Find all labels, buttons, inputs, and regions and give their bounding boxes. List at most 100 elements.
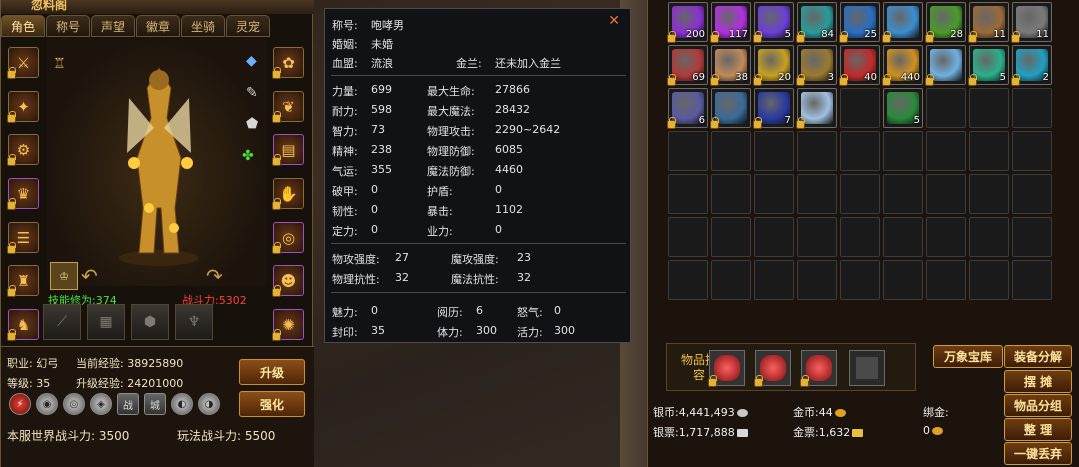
equip-slot-bracer[interactable]: ▤ — [272, 134, 304, 166]
inventory-slot[interactable] — [883, 174, 923, 214]
equip-slot-weapon[interactable]: ⚔ — [7, 47, 39, 79]
inventory-slot[interactable]: 117 — [710, 2, 751, 43]
equip-slot-glove[interactable]: ✋ — [272, 178, 304, 210]
inventory-slot[interactable] — [883, 131, 923, 171]
equip-slot-belt[interactable]: ☰ — [7, 222, 39, 254]
rotate-left-icon[interactable]: ↶ — [81, 264, 98, 288]
stall-button[interactable]: 摆 摊 — [1004, 370, 1072, 393]
title-badge-silver-4[interactable]: ◐ — [171, 393, 193, 415]
inventory-slot[interactable] — [754, 260, 794, 300]
inventory-slot[interactable]: 6 — [667, 88, 708, 129]
inventory-slot[interactable] — [668, 260, 708, 300]
clover-icon[interactable]: ✤ — [242, 148, 254, 164]
inventory-slot[interactable] — [926, 260, 966, 300]
inventory-slot[interactable] — [926, 131, 966, 171]
inventory-slot[interactable] — [754, 131, 794, 171]
inventory-slot[interactable]: 200 — [667, 2, 708, 43]
inventory-slot[interactable] — [883, 260, 923, 300]
inventory-slot[interactable]: 84 — [796, 2, 837, 43]
inventory-slot[interactable] — [840, 217, 880, 257]
equip-slot-armor[interactable]: ♛ — [7, 178, 39, 210]
inventory-slot[interactable] — [797, 217, 837, 257]
inventory-slot[interactable] — [668, 131, 708, 171]
inventory-slot[interactable] — [797, 131, 837, 171]
inventory-slot[interactable] — [796, 88, 837, 129]
inventory-slot[interactable]: 28 — [925, 2, 966, 43]
item-group-button[interactable]: 物品分组 — [1004, 394, 1072, 417]
sort-button[interactable]: 整 理 — [1004, 418, 1072, 441]
inventory-slot[interactable] — [840, 260, 880, 300]
enhance-button[interactable]: 强化 — [239, 391, 305, 417]
inventory-slot[interactable] — [882, 2, 923, 43]
inventory-slot[interactable] — [711, 217, 751, 257]
equip-slot-boots[interactable]: ♞ — [7, 309, 39, 341]
expand-bag-slot-2[interactable] — [754, 350, 791, 387]
inventory-slot[interactable]: 440 — [882, 45, 923, 86]
inventory-slot[interactable] — [840, 131, 880, 171]
inventory-slot[interactable] — [926, 217, 966, 257]
upgrade-button[interactable]: 升级 — [239, 359, 305, 385]
inventory-slot[interactable]: 69 — [667, 45, 708, 86]
inventory-slot[interactable] — [926, 88, 966, 128]
expand-bag-slot-3[interactable] — [800, 350, 837, 387]
inventory-slot[interactable] — [969, 174, 1009, 214]
title-badge-silver-5[interactable]: ◑ — [198, 393, 220, 415]
inventory-slot[interactable]: 11 — [1011, 2, 1052, 43]
equip-slot-ring[interactable]: ◎ — [272, 222, 304, 254]
inventory-slot[interactable]: 40 — [839, 45, 880, 86]
inventory-slot[interactable] — [925, 45, 966, 86]
tab-character[interactable]: 角色 — [1, 15, 45, 37]
inventory-slot[interactable] — [1012, 217, 1052, 257]
inventory-slot[interactable]: 5 — [968, 45, 1009, 86]
rotate-right-icon[interactable]: ↷ — [206, 264, 223, 288]
equip-slot-claw[interactable]: ✦ — [7, 91, 39, 123]
inventory-slot[interactable] — [797, 260, 837, 300]
inventory-slot[interactable] — [797, 174, 837, 214]
equip-slot-talisman[interactable]: ✺ — [272, 309, 304, 341]
tab-mount[interactable]: 坐骑 — [181, 15, 225, 37]
skill-slot-2[interactable]: ▦ — [87, 304, 125, 340]
tab-reputation[interactable]: 声望 — [91, 15, 135, 37]
inventory-slot[interactable] — [969, 131, 1009, 171]
tab-title[interactable]: 称号 — [46, 15, 90, 37]
expand-bag-slot-empty[interactable] — [849, 350, 885, 386]
close-icon[interactable]: ✕ — [608, 13, 620, 29]
inventory-slot[interactable] — [754, 174, 794, 214]
inventory-slot[interactable]: 2 — [1011, 45, 1052, 86]
skill-slot-1[interactable]: ⟋ — [43, 304, 81, 340]
inventory-slot[interactable] — [754, 217, 794, 257]
equip-slot-shoulder[interactable]: ⚙ — [7, 134, 39, 166]
equip-slot-mask[interactable]: ☻ — [272, 265, 304, 297]
discard-all-button[interactable]: 一键丢弃 — [1004, 442, 1072, 465]
title-badge-zhan[interactable]: 战 — [117, 393, 139, 415]
inventory-slot[interactable] — [1012, 131, 1052, 171]
tab-pet[interactable]: 灵宠 — [226, 15, 270, 37]
expand-bag-slot-1[interactable] — [708, 350, 745, 387]
tab-badge[interactable]: 徽章 — [136, 15, 180, 37]
inventory-slot[interactable]: 5 — [883, 88, 923, 128]
diamond-icon[interactable]: ◆ — [246, 53, 257, 69]
inventory-slot[interactable] — [668, 174, 708, 214]
equip-slot-pants[interactable]: ♜ — [7, 265, 39, 297]
inventory-slot[interactable] — [840, 174, 880, 214]
equip-slot-wings[interactable]: ❦ — [272, 91, 304, 123]
skill-slot-4[interactable]: ♆ — [175, 304, 213, 340]
castle-icon[interactable]: ♖ — [53, 56, 66, 72]
fashion-icon[interactable]: ♔ — [50, 262, 78, 290]
inventory-slot[interactable] — [1012, 260, 1052, 300]
inventory-slot[interactable]: 3 — [796, 45, 837, 86]
inventory-slot[interactable] — [1012, 88, 1052, 128]
inventory-slot[interactable] — [926, 174, 966, 214]
inventory-slot[interactable] — [668, 217, 708, 257]
inventory-slot[interactable] — [969, 260, 1009, 300]
skill-slot-3[interactable]: ⬢ — [131, 304, 169, 340]
inventory-slot[interactable]: 25 — [839, 2, 880, 43]
inventory-slot[interactable] — [883, 217, 923, 257]
inventory-slot[interactable] — [969, 217, 1009, 257]
inventory-slot[interactable]: 5 — [753, 2, 794, 43]
inventory-slot[interactable] — [711, 174, 751, 214]
inventory-slot[interactable]: 11 — [968, 2, 1009, 43]
inventory-slot[interactable] — [840, 88, 880, 128]
title-badge-cheng[interactable]: 城 — [144, 393, 166, 415]
inventory-slot[interactable]: 7 — [753, 88, 794, 129]
